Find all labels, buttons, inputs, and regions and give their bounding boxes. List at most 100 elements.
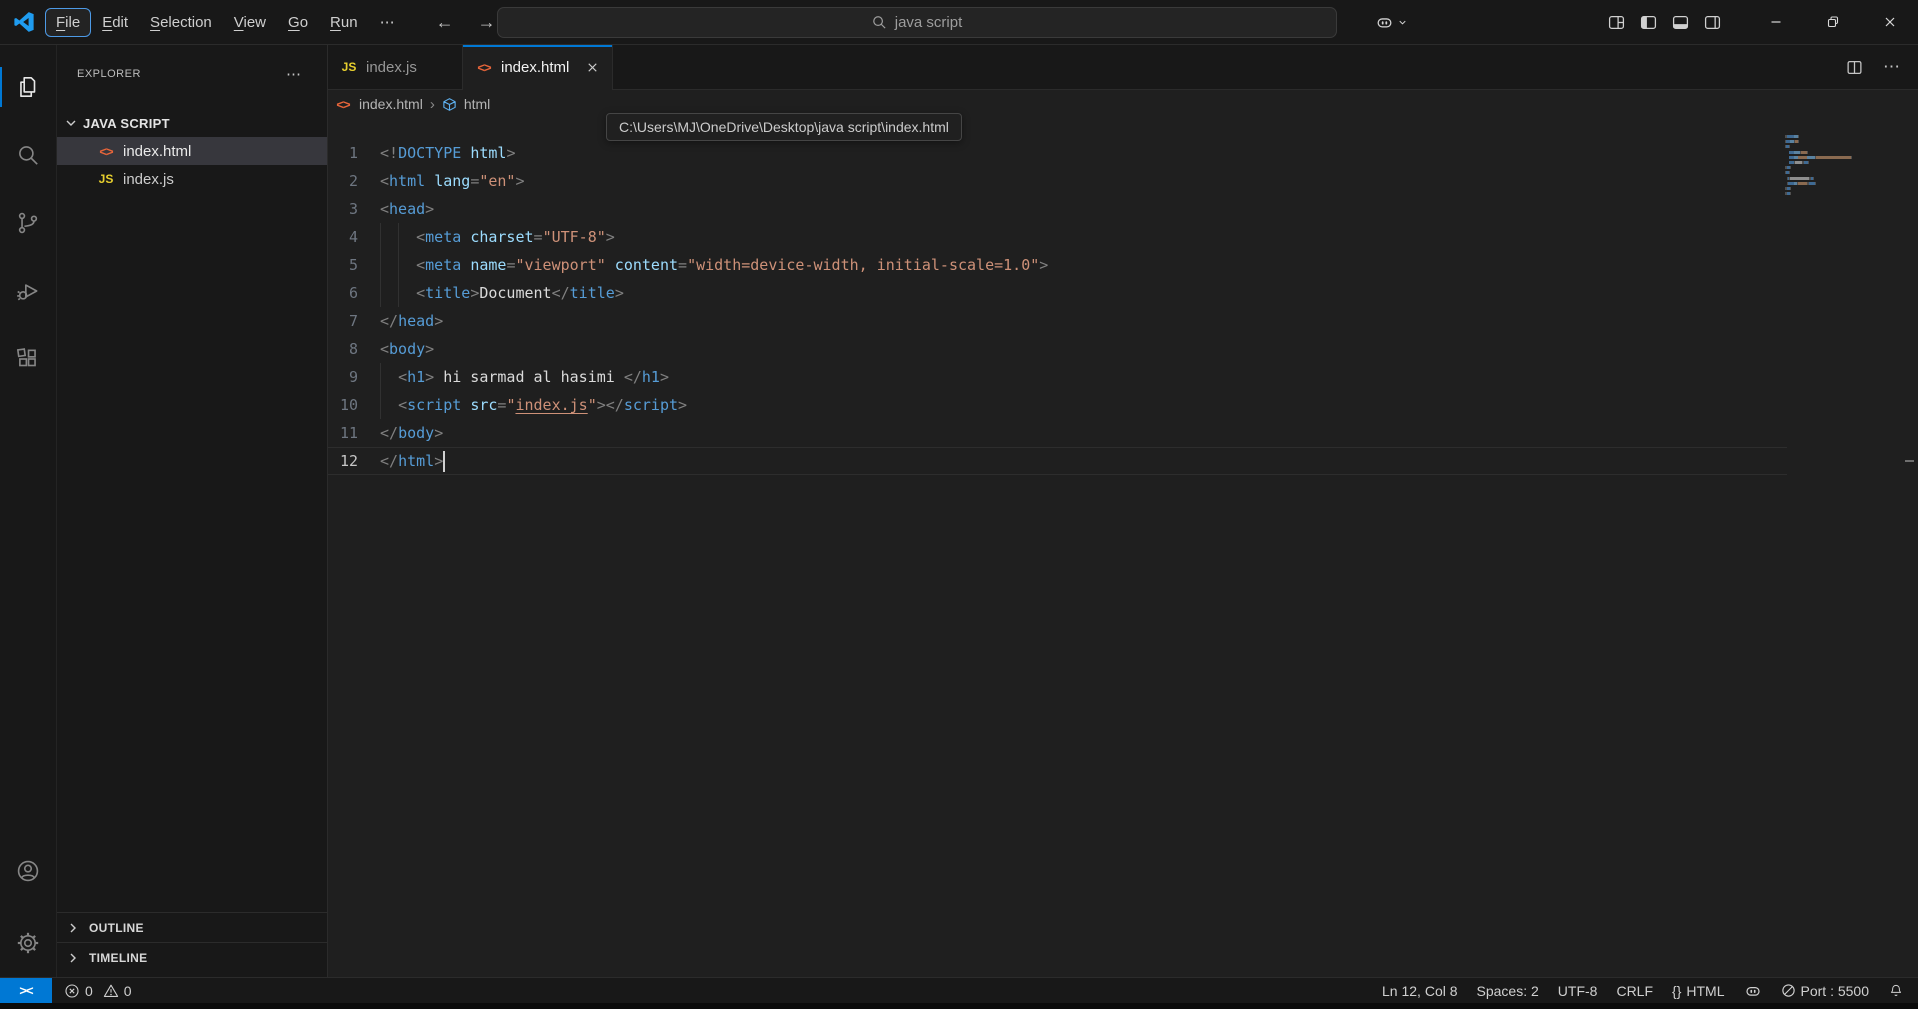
restore-icon [1825,14,1841,30]
code-line[interactable]: 4 <meta charset="UTF-8"> [328,223,1787,251]
folder-java-script[interactable]: JAVA SCRIPT [57,109,327,137]
split-editor-icon[interactable] [1846,59,1863,76]
code-line[interactable]: 3<head> [328,195,1787,223]
toggle-primary-sidebar-icon[interactable] [1640,14,1657,31]
code-line[interactable]: 10 <script src="index.js"></script> [328,391,1787,419]
activitybar-accounts[interactable] [0,841,56,909]
tab-path-tooltip: C:\Users\MJ\OneDrive\Desktop\java script… [606,113,962,141]
minimap-line [1785,177,1860,180]
indent-guide [380,279,381,307]
warning-count: 0 [124,983,132,999]
toggle-secondary-sidebar-icon[interactable] [1704,14,1721,31]
editor-more-actions-icon[interactable]: ⋯ [1883,57,1900,77]
file-index-js[interactable]: JS index.js [57,165,327,193]
editor-actions: ⋯ [1846,45,1918,89]
menu-selection[interactable]: Selection [139,8,223,37]
code-line[interactable]: 2<html lang="en"> [328,167,1787,195]
breadcrumb-file[interactable]: index.html [359,96,423,112]
code-line[interactable]: 1<!DOCTYPE html> [328,139,1787,167]
encoding[interactable]: UTF-8 [1558,983,1598,999]
html-file-icon: <> [97,144,115,159]
activitybar-extensions[interactable] [0,325,56,393]
line-number: 12 [328,447,358,475]
cursor-position[interactable]: Ln 12, Col 8 [1382,983,1458,999]
bell-icon[interactable] [1888,983,1904,999]
menu-more-icon[interactable]: ⋯ [369,7,406,37]
timeline-section[interactable]: TIMELINE [57,942,327,972]
code-line[interactable]: 12</html> [328,447,1787,475]
live-server-port[interactable]: Port : 5500 [1781,983,1870,999]
sidebar-sections: OUTLINE TIMELINE [57,912,327,972]
activitybar-explorer[interactable] [0,53,56,121]
menu-file[interactable]: File [45,8,91,37]
activitybar-source-control[interactable] [0,189,56,257]
minimap[interactable] [1785,135,1860,197]
tab-index-html[interactable]: <> index.html [463,45,613,90]
indentation[interactable]: Spaces: 2 [1477,983,1539,999]
search-text: java script [895,14,963,31]
activitybar-run-debug[interactable] [0,257,56,325]
minimap-line [1785,151,1860,154]
explorer-more-actions-icon[interactable]: ⋯ [286,65,301,83]
code-line[interactable]: 7</head> [328,307,1787,335]
title-bar: File Edit Selection View Go Run ⋯ ← → ja… [0,0,1918,45]
minimap-line [1785,166,1860,169]
minimize-button[interactable] [1747,0,1804,45]
outline-section[interactable]: OUTLINE [57,912,327,942]
close-window-button[interactable] [1861,0,1918,45]
run-debug-icon [15,278,41,304]
circle-slash-icon [1781,983,1796,998]
tab-index-js[interactable]: JS index.js [328,45,463,89]
forward-arrow-icon[interactable]: → [478,12,496,33]
menu-run[interactable]: Run [319,8,369,37]
code-line[interactable]: 9 <h1> hi sarmad al hasimi </h1> [328,363,1787,391]
line-number: 4 [328,223,358,251]
menu-go[interactable]: Go [277,8,319,37]
code-line[interactable]: 11</body> [328,419,1787,447]
toggle-panel-icon[interactable] [1672,14,1689,31]
indent-guide [380,223,381,251]
indent-guide [380,251,381,279]
error-count: 0 [85,983,93,999]
search-icon [15,142,41,168]
language-mode[interactable]: {} HTML [1672,983,1724,999]
tab-label: index.js [366,59,417,76]
indent-guide [398,279,399,307]
status-bar: >< 0 0 Ln 12, Col 8 Spaces: 2 UTF-8 CRLF… [0,977,1918,1003]
overview-ruler-cursor-mark [1905,460,1914,462]
menu-bar: File Edit Selection View Go Run ⋯ [45,0,406,44]
html-file-icon: <> [475,60,493,75]
copilot-status-icon[interactable] [1744,982,1762,1000]
remote-indicator[interactable]: >< [0,978,52,1003]
code-editor[interactable]: 1<!DOCTYPE html>2<html lang="en">3<head>… [328,139,1787,475]
activitybar-search[interactable] [0,121,56,189]
tab-label: index.html [501,59,569,76]
eol-sequence[interactable]: CRLF [1616,983,1653,999]
menu-edit[interactable]: Edit [91,8,139,37]
titlebar-right [1375,0,1918,44]
close-tab-button[interactable] [585,60,600,75]
line-number: 3 [328,195,358,223]
outline-label: OUTLINE [89,921,144,935]
menu-view[interactable]: View [223,8,277,37]
copilot-menu[interactable] [1375,13,1408,32]
account-icon [15,858,41,884]
code-line[interactable]: 5 <meta name="viewport" content="width=d… [328,251,1787,279]
problems-status[interactable]: 0 0 [64,983,132,999]
breadcrumb-symbol[interactable]: html [464,96,490,112]
code-line[interactable]: 6 <title>Document</title> [328,279,1787,307]
search-box[interactable]: java script [497,7,1337,38]
tab-bar: JS index.js <> index.html ⋯ [328,45,1918,90]
file-index-html[interactable]: <> index.html [57,137,327,165]
minimize-icon [1768,14,1784,30]
code-line[interactable]: 8<body> [328,335,1787,363]
chevron-right-icon [65,920,81,936]
back-arrow-icon[interactable]: ← [436,12,454,33]
customize-layout-icon[interactable] [1608,14,1625,31]
minimap-line [1785,135,1860,138]
minimap-line [1785,161,1860,164]
close-icon [585,60,600,75]
activitybar-settings[interactable] [0,909,56,977]
line-content: <html lang="en"> [380,167,525,195]
restore-button[interactable] [1804,0,1861,45]
